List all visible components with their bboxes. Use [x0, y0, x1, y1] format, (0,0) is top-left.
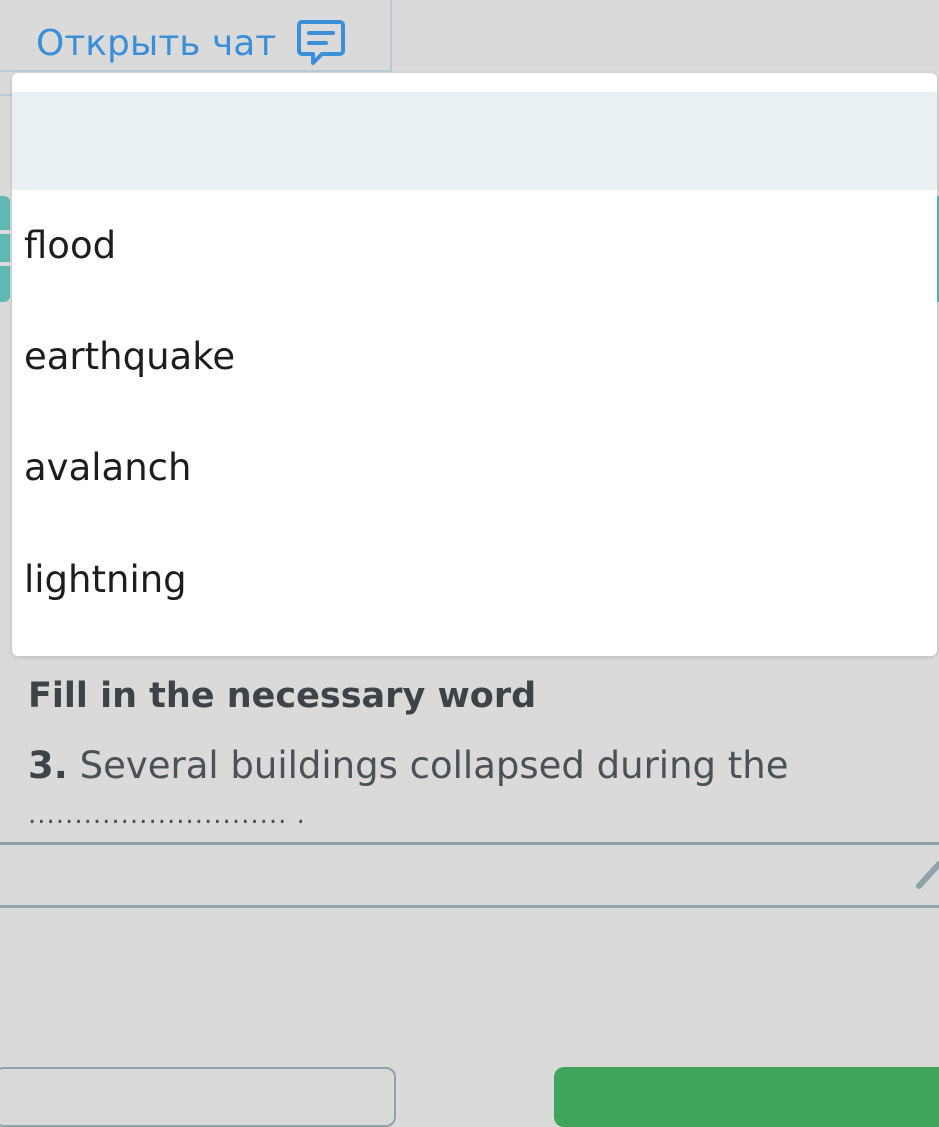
dropdown-option-empty[interactable] — [12, 92, 937, 190]
dropdown-option-earthquake[interactable]: earthquake — [24, 327, 904, 387]
pencil-icon[interactable] — [915, 856, 939, 890]
chat-header: Открыть чат — [0, 0, 392, 72]
next-button[interactable] — [554, 1067, 939, 1127]
open-chat-link[interactable]: Открыть чат — [36, 18, 346, 68]
chat-bubble-icon — [297, 20, 346, 65]
question-instruction: Fill in the necessary word — [28, 676, 537, 716]
answer-dropdown: flood earthquake avalanch lightning — [12, 73, 937, 656]
question-number: 3. — [28, 744, 68, 787]
open-chat-label: Открыть чат — [36, 22, 277, 64]
background-divider — [0, 94, 12, 96]
dropdown-option-lightning[interactable]: lightning — [24, 550, 904, 610]
dropdown-option-flood[interactable]: flood — [24, 216, 904, 276]
back-button[interactable] — [0, 1067, 396, 1127]
question-blank: ............................ . — [28, 800, 306, 830]
question-text-line: 3. Several buildings collapsed during th… — [28, 744, 789, 787]
question-text: Several buildings collapsed during the — [79, 744, 789, 787]
answer-input[interactable] — [0, 842, 939, 908]
background-teal-tab-left — [0, 196, 10, 302]
dropdown-option-avalanch[interactable]: avalanch — [24, 438, 904, 498]
